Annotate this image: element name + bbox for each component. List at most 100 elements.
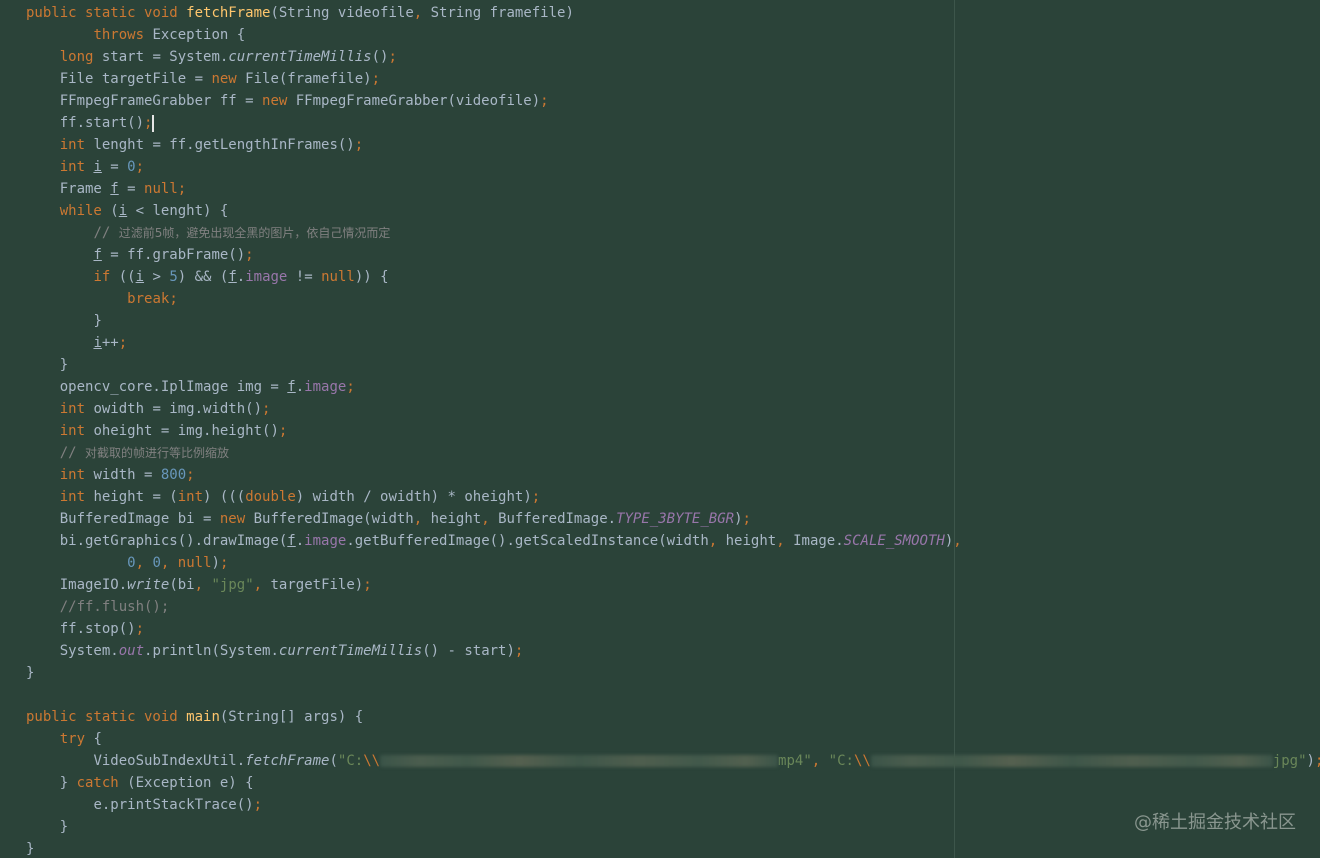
code-comment: // [93,225,119,241]
code-token: new [211,71,246,87]
code-token: ; [118,335,128,351]
code-token: opencv_core.IplImage img = [59,379,288,395]
code-token: 0 [152,555,161,571]
code-line: opencv_core.IplImage img = f.image; [26,376,1316,398]
code-token: ; [169,291,178,307]
code-token: (String videofile [270,5,414,21]
code-token: public static void [26,5,187,21]
code-line: i++; [26,332,1316,354]
code-token: oheight = img.height() [93,423,279,439]
code-token: BufferedImage bi = [59,511,220,527]
code-token: ; [135,621,145,637]
code-token: "C: [828,753,854,769]
code-comment: 过滤前5帧，避免出现全黑的图片，依自己情况而定 [118,226,391,240]
code-line: // 对截取的帧进行等比例缩放 [26,442,1316,464]
code-line: } [26,662,1316,684]
code-token: int [59,423,94,439]
code-token: ImageIO. [59,577,128,593]
code-comment: //ff.flush(); [59,599,170,615]
code-token: ; [363,577,372,593]
code-token: int [59,401,94,417]
code-token: ; [531,489,541,505]
code-token: jpg" [1272,753,1307,769]
code-line: //ff.flush(); [26,596,1316,618]
code-token: = [101,159,128,175]
code-token: } [26,665,35,681]
code-token: throws [93,27,153,43]
code-token: image [304,533,347,549]
code-line: } [26,816,1316,838]
code-line: // 过滤前5帧，避免出现全黑的图片，依自己情况而定 [26,222,1316,244]
code-token: f [110,181,119,197]
code-token: currentTimeMillis [228,49,372,65]
code-token: 5 [169,269,178,285]
code-token: i [93,335,102,351]
code-token: ; [540,93,549,109]
code-token: (bi [169,577,195,593]
code-token: currentTimeMillis [278,643,423,659]
code-token: ; [144,115,153,131]
code-token: = ff.grabFrame() [101,247,246,263]
code-token: , [194,577,204,593]
code-area[interactable]: public static void fetchFrame(String vid… [26,2,1320,858]
code-token: width = [93,467,161,483]
code-comment: // [59,445,86,461]
code-line: throws Exception { [26,24,1316,46]
code-token: new [262,93,296,109]
code-token: null [321,269,355,285]
code-line: System.out.println(System.currentTimeMil… [26,640,1316,662]
code-token: File targetFile = [59,71,212,87]
code-token: , [413,511,423,527]
code-token: i [118,203,128,219]
code-token: . [295,533,305,549]
code-token: ff.start() [59,115,145,131]
code-token: ; [219,555,229,571]
code-token: new [219,511,254,527]
code-line: f = ff.grabFrame(); [26,244,1316,266]
code-token: image [304,379,347,395]
code-token: ) [734,511,743,527]
code-token: , [776,533,785,549]
code-token: > [144,269,170,285]
code-line: ff.stop(); [26,618,1316,640]
code-token: FFmpegFrameGrabber(videofile) [295,93,541,109]
code-token: ff.stop() [59,621,136,637]
code-token: ; [278,423,288,439]
code-line: Frame f = null; [26,178,1316,200]
code-token: { [93,731,102,747]
code-editor[interactable]: public static void fetchFrame(String vid… [0,0,1320,858]
code-token: , [160,555,170,571]
code-token: i [135,269,145,285]
code-token: ; [742,511,751,527]
code-line: ImageIO.write(bi, "jpg", targetFile); [26,574,1316,596]
code-token: BufferedImage. [489,511,617,527]
code-token: Image. [784,533,844,549]
code-token: f [228,269,237,285]
code-token: TYPE_3BYTE_BGR [616,511,735,527]
code-token: , [953,533,962,549]
code-token: \\ [853,753,871,769]
code-token: out [118,643,145,659]
code-token: . [236,269,246,285]
code-line: int width = 800; [26,464,1316,486]
code-token: } [26,841,35,857]
code-token: System. [59,643,119,659]
code-token: long [59,49,102,65]
code-token: VideoSubIndexUtil. [93,753,246,769]
code-token: while [59,203,111,219]
code-line: break; [26,288,1316,310]
code-token: ++ [101,335,119,351]
code-line: int oheight = img.height(); [26,420,1316,442]
code-token: "jpg" [211,577,254,593]
code-token: Exception { [152,27,246,43]
code-token: ; [346,379,355,395]
code-token: ; [177,181,187,197]
code-token: height [422,511,482,527]
code-line: if ((i > 5) && (f.image != null)) { [26,266,1316,288]
code-token: f [93,247,102,263]
code-token: , [253,577,263,593]
code-token: (Exception e) { [127,775,254,791]
code-token: String framefile) [430,5,574,21]
code-token: \\ [363,753,381,769]
